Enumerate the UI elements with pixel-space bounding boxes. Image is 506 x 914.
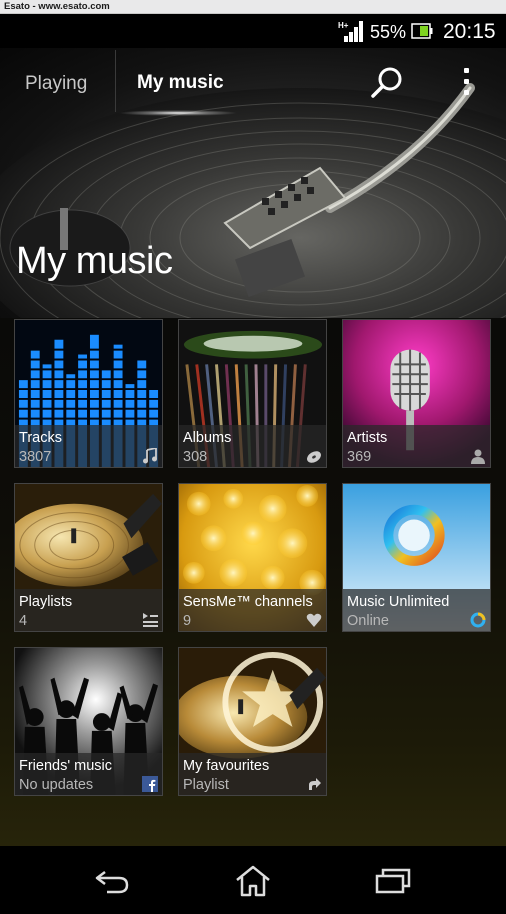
- tile-count: 9: [183, 613, 192, 629]
- tab-divider: [115, 50, 116, 112]
- tab-playing[interactable]: Playing: [25, 73, 87, 95]
- tile-title: Tracks: [19, 430, 62, 446]
- disc-icon: [307, 451, 321, 463]
- navigation-bar: [0, 846, 506, 914]
- tile-playlists[interactable]: Playlists 4: [14, 483, 163, 632]
- watermark-bar: Esato - www.esato.com: [0, 0, 506, 14]
- tab-my-music[interactable]: My music: [137, 72, 224, 94]
- tile-title: My favourites: [183, 758, 270, 774]
- tile-music-unlimited[interactable]: Music Unlimited Online: [342, 483, 491, 632]
- tile-title: Music Unlimited: [347, 594, 450, 610]
- tile-my-favourites[interactable]: My favourites Playlist: [178, 647, 327, 796]
- network-type-label: H+: [338, 21, 349, 30]
- watermark-text: Esato - www.esato.com: [4, 1, 110, 12]
- back-icon[interactable]: [93, 864, 133, 898]
- tile-title: SensMe™ channels: [183, 594, 313, 610]
- tile-count: 3807: [19, 449, 52, 465]
- tile-friends-music[interactable]: Friends' music No updates: [14, 647, 163, 796]
- playlist-icon: [143, 613, 158, 627]
- battery-icon: [411, 23, 433, 39]
- tile-status: No updates: [19, 777, 94, 793]
- tile-count: 308: [183, 449, 208, 465]
- signal-strength-icon: H+: [338, 21, 363, 42]
- tile-type: Playlist: [183, 777, 229, 793]
- heart-icon: [306, 613, 322, 627]
- music-note-icon: [143, 448, 157, 464]
- shortcut-arrow-icon: [309, 778, 321, 790]
- tile-title: Playlists: [19, 594, 73, 610]
- tile-title: Friends' music: [19, 758, 113, 774]
- tile-sensme-channels[interactable]: SensMe™ channels 9: [178, 483, 327, 632]
- tile-title: Albums: [183, 430, 232, 446]
- active-tab-indicator: [118, 110, 238, 116]
- tile-status: Online: [347, 613, 389, 629]
- music-unlimited-icon: [470, 612, 486, 628]
- status-bar: H+ 55% 20:15: [0, 14, 506, 48]
- recent-apps-icon[interactable]: [373, 864, 413, 898]
- battery-percent: 55%: [370, 22, 407, 42]
- overflow-menu-icon[interactable]: [456, 68, 476, 98]
- facebook-icon: [142, 776, 158, 792]
- tile-artists[interactable]: Artists 369: [342, 319, 491, 468]
- status-clock: 20:15: [443, 20, 496, 43]
- tile-title: Artists: [347, 430, 388, 446]
- tile-count: 4: [19, 613, 28, 629]
- tile-albums[interactable]: Albums 308: [178, 319, 327, 468]
- tile-tracks[interactable]: Tracks 3807: [14, 319, 163, 468]
- home-icon[interactable]: [233, 864, 273, 898]
- page-title: My music: [16, 240, 173, 282]
- person-icon: [471, 449, 485, 464]
- search-icon[interactable]: [370, 66, 404, 100]
- tile-count: 369: [347, 449, 372, 465]
